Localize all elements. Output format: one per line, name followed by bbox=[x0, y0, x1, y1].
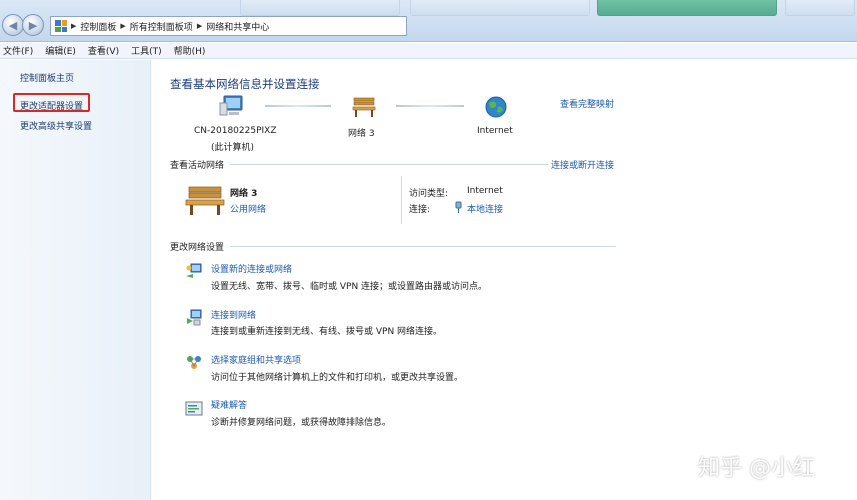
troubleshoot-icon bbox=[185, 401, 203, 416]
address-bar[interactable]: ▶ 控制面板 ▶ 所有控制面板项 ▶ 网络和共享中心 bbox=[50, 16, 407, 36]
network-setup-icon bbox=[186, 263, 202, 278]
computer-icon bbox=[219, 95, 243, 116]
homegroup-link[interactable]: 选择家庭组和共享选项 bbox=[211, 353, 301, 366]
sidebar-item-home[interactable]: 控制面板主页 bbox=[20, 71, 74, 84]
local-connection-link[interactable]: 本地连接 bbox=[467, 202, 503, 215]
forward-arrow-icon: ▶ bbox=[28, 18, 38, 32]
computer-name: CN-20180225PIXZ bbox=[194, 126, 277, 136]
menu-view[interactable]: 查看(V) bbox=[88, 44, 119, 57]
active-network-name: 网络 3 bbox=[230, 189, 258, 199]
homegroup-icon bbox=[187, 356, 201, 369]
breadcrumb-control-panel[interactable]: 控制面板 bbox=[80, 20, 116, 33]
map-network-name: 网络 3 bbox=[348, 129, 375, 139]
connect-network-link[interactable]: 连接到网络 bbox=[211, 308, 256, 321]
active-networks-title: 查看活动网络 bbox=[170, 161, 225, 171]
highlight-box bbox=[13, 93, 90, 112]
background-tab[interactable] bbox=[785, 0, 855, 16]
internet-globe-icon bbox=[485, 96, 507, 118]
connection-line bbox=[396, 105, 464, 107]
background-tab[interactable] bbox=[597, 0, 777, 16]
view-full-map-link[interactable]: 查看完整映射 bbox=[560, 97, 614, 110]
connect-network-icon bbox=[187, 309, 202, 326]
connection-line bbox=[265, 105, 331, 107]
control-panel-icon bbox=[55, 20, 67, 32]
back-button[interactable]: ◀ bbox=[2, 14, 24, 36]
network-type-link[interactable]: 公用网络 bbox=[230, 202, 266, 215]
connection-label: 连接: bbox=[409, 205, 431, 215]
menu-file[interactable]: 文件(F) bbox=[3, 44, 33, 57]
connect-network-desc: 连接到或重新连接到无线、有线、拨号或 VPN 网络连接。 bbox=[211, 327, 443, 337]
breadcrumb-separator-icon[interactable]: ▶ bbox=[120, 22, 125, 30]
background-tab[interactable] bbox=[240, 0, 400, 16]
breadcrumb-all-items[interactable]: 所有控制面板项 bbox=[130, 20, 193, 33]
main-content: 查看基本网络信息并设置连接 查看完整映射 CN-20180225PIXZ (此计… bbox=[152, 60, 857, 500]
troubleshoot-link[interactable]: 疑难解答 bbox=[211, 398, 247, 411]
map-internet-label: Internet bbox=[477, 126, 513, 136]
window-titlebar: ◀ ▶ ▶ 控制面板 ▶ 所有控制面板项 ▶ 网络和共享中心 bbox=[0, 0, 857, 42]
breadcrumb-separator-icon[interactable]: ▶ bbox=[197, 22, 202, 30]
breadcrumb-network-center[interactable]: 网络和共享中心 bbox=[206, 20, 269, 33]
computer-sub-label: (此计算机) bbox=[211, 143, 255, 153]
connect-disconnect-link[interactable]: 连接或断开连接 bbox=[551, 158, 614, 171]
network-bench-icon bbox=[185, 186, 225, 215]
access-type-label: 访问类型: bbox=[409, 189, 449, 199]
ethernet-plug-icon bbox=[455, 201, 462, 213]
access-type-value: Internet bbox=[467, 186, 503, 196]
column-divider bbox=[401, 176, 402, 224]
menu-tools[interactable]: 工具(T) bbox=[131, 44, 162, 57]
watermark: 知乎 @小红 bbox=[698, 456, 815, 481]
homegroup-desc: 访问位于其他网络计算机上的文件和打印机，或更改共享设置。 bbox=[211, 373, 464, 383]
forward-button[interactable]: ▶ bbox=[22, 14, 44, 36]
page-title: 查看基本网络信息并设置连接 bbox=[170, 77, 320, 91]
menu-bar: 文件(F) 编辑(E) 查看(V) 工具(T) 帮助(H) bbox=[0, 43, 857, 59]
setup-connection-link[interactable]: 设置新的连接或网络 bbox=[211, 262, 292, 275]
breadcrumb-separator-icon[interactable]: ▶ bbox=[71, 22, 76, 30]
section-divider bbox=[230, 246, 616, 247]
menu-edit[interactable]: 编辑(E) bbox=[45, 44, 76, 57]
sidebar: 控制面板主页 更改适配器设置 更改高级共享设置 bbox=[0, 60, 151, 500]
sidebar-item-advanced-sharing[interactable]: 更改高级共享设置 bbox=[20, 119, 92, 132]
change-settings-title: 更改网络设置 bbox=[170, 243, 225, 253]
menu-help[interactable]: 帮助(H) bbox=[174, 44, 206, 57]
section-divider bbox=[230, 164, 548, 165]
troubleshoot-desc: 诊断并修复网络问题，或获得故障排除信息。 bbox=[211, 418, 392, 428]
background-tab[interactable] bbox=[410, 0, 590, 16]
network-bench-icon bbox=[352, 97, 376, 117]
setup-connection-desc: 设置无线、宽带、拨号、临时或 VPN 连接；或设置路由器或访问点。 bbox=[211, 282, 488, 292]
back-arrow-icon: ◀ bbox=[8, 18, 18, 32]
